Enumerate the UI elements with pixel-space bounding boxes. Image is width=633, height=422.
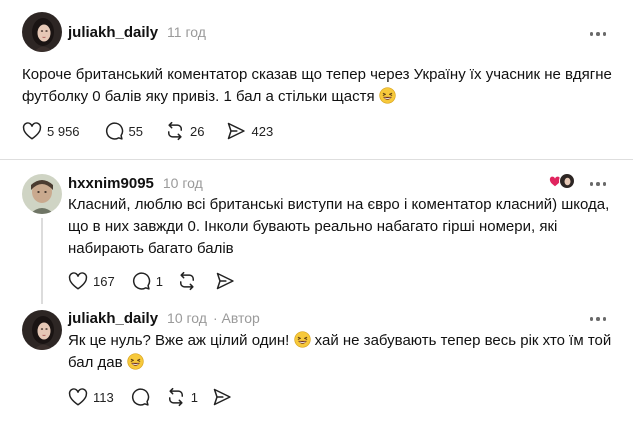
reply-text-line: хай не забувають тепер весь рік хто їм т… — [314, 332, 612, 349]
repost-button[interactable]: 26 — [165, 121, 204, 141]
action-bar: 113 1 — [68, 387, 232, 407]
reply-button[interactable]: 1 — [131, 271, 163, 291]
timestamp: 10 год — [162, 175, 203, 191]
timestamp: 11 год — [167, 24, 206, 40]
repost-icon — [168, 387, 183, 407]
username[interactable]: hxxnim9095 — [68, 175, 154, 192]
timestamp: 10 год — [167, 310, 207, 326]
like-count: 5 956 — [47, 123, 80, 139]
author-avatar-mini — [559, 173, 575, 189]
more-icon[interactable] — [588, 29, 608, 39]
reply-text: Як це нуль? Вже аж цілий один! хай не за… — [68, 330, 611, 374]
avatar[interactable] — [22, 174, 62, 214]
post-text-line: футболку 0 балів яку привіз. 1 бал а сті… — [22, 88, 375, 105]
like-count: 167 — [93, 273, 115, 289]
reply-button[interactable] — [130, 387, 150, 407]
repost-count: 26 — [190, 123, 205, 139]
like-button[interactable]: 113 — [68, 388, 114, 406]
more-icon[interactable] — [588, 179, 608, 189]
avatar[interactable] — [22, 310, 62, 350]
thread-line — [41, 218, 43, 304]
share-icon — [228, 122, 246, 140]
reply-text-line: набирають багато балів — [68, 240, 234, 257]
avatar[interactable] — [22, 12, 62, 52]
action-bar: 5 956 55 26 423 — [22, 121, 273, 141]
laughing-emoji — [127, 353, 144, 370]
heart-icon — [22, 122, 42, 140]
laughing-emoji — [379, 87, 396, 104]
like-button[interactable]: 167 — [68, 272, 115, 290]
share-count: 423 — [251, 123, 274, 139]
share-button[interactable] — [212, 387, 232, 407]
repost-icon — [179, 271, 194, 291]
comment-icon — [131, 388, 149, 406]
author-tag: · Автор — [212, 310, 260, 326]
comment-icon — [132, 272, 150, 290]
reply-count: 55 — [128, 123, 144, 139]
repost-count: 1 — [190, 389, 198, 405]
share-icon — [213, 388, 231, 406]
share-button[interactable] — [215, 271, 235, 291]
post-text-line: Короче британський коментатор сказав що … — [22, 66, 612, 83]
author-reply-post: juliakh_daily 10 год · Автор Як це нуль?… — [0, 300, 633, 422]
reply-text-line: Як це нуль? Вже аж цілий один! — [68, 332, 290, 349]
comment-icon — [105, 122, 123, 140]
heart-icon — [68, 272, 88, 290]
reply-post: hxxnim9095 10 год Класний, люблю всі бри… — [0, 160, 633, 300]
reply-button[interactable]: 55 — [104, 121, 143, 141]
username[interactable]: juliakh_daily — [68, 310, 158, 327]
author-liked-badge — [549, 173, 575, 189]
action-bar: 167 1 — [68, 271, 235, 291]
repost-icon — [168, 121, 183, 141]
more-icon[interactable] — [588, 314, 608, 324]
heart-icon — [68, 388, 88, 406]
post-text: Короче британський коментатор сказав що … — [22, 64, 612, 108]
share-icon — [216, 272, 234, 290]
repost-button[interactable]: 1 — [166, 387, 198, 407]
reply-text-line: Класний, люблю всі британські виступи на… — [68, 196, 610, 213]
like-button[interactable]: 5 956 — [22, 122, 80, 140]
reply-count: 1 — [155, 273, 163, 289]
laughing-emoji — [294, 331, 311, 348]
like-count: 113 — [93, 389, 114, 405]
reply-text-line: бал дав — [68, 354, 123, 371]
main-post: juliakh_daily 11 год Короче британський … — [0, 0, 633, 159]
reply-text-line: що в них завжди 0. Інколи бувають реальн… — [68, 218, 558, 235]
username[interactable]: juliakh_daily — [68, 24, 158, 41]
share-button[interactable]: 423 — [226, 121, 273, 141]
repost-button[interactable] — [177, 271, 197, 291]
reply-text: Класний, люблю всі британські виступи на… — [68, 194, 609, 260]
